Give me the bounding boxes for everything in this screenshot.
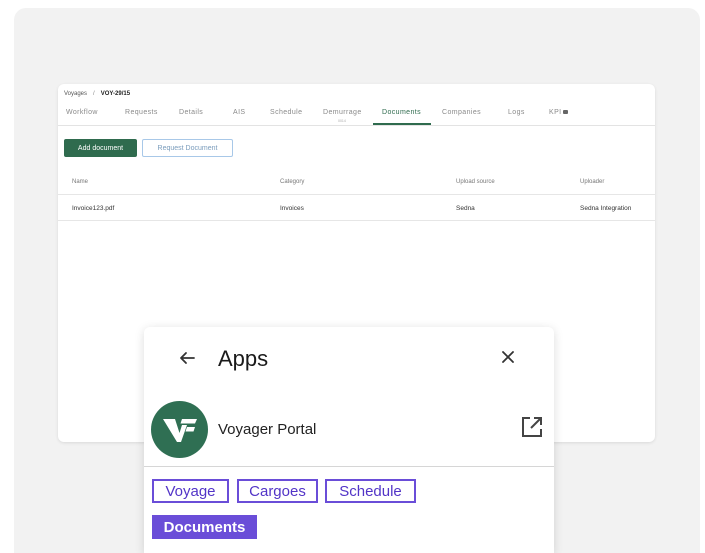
tab-ais[interactable]: AIS bbox=[233, 109, 245, 116]
breadcrumb-root[interactable]: Voyages bbox=[64, 91, 87, 97]
column-header-uploader[interactable]: Uploader bbox=[580, 179, 604, 185]
chip-cargoes[interactable]: Cargoes bbox=[237, 479, 318, 503]
apps-title: Apps bbox=[218, 346, 269, 371]
column-header-name[interactable]: Name bbox=[72, 179, 88, 185]
breadcrumb: Voyages / VOY-29/15 bbox=[64, 91, 130, 97]
tab-companies[interactable]: Companies bbox=[442, 109, 481, 116]
breadcrumb-current: VOY-29/15 bbox=[100, 91, 131, 97]
voyager-logo[interactable] bbox=[151, 401, 208, 458]
header-divider bbox=[58, 194, 655, 195]
cell-category: Invoices bbox=[280, 205, 304, 212]
row-divider bbox=[58, 220, 655, 221]
breadcrumb-separator: / bbox=[93, 91, 95, 97]
arrow-left-icon[interactable] bbox=[178, 349, 196, 367]
tab-demurrage[interactable]: Demurrage bbox=[323, 109, 362, 116]
divider bbox=[144, 466, 554, 467]
request-document-button[interactable]: Request Document bbox=[142, 139, 233, 157]
chip-voyage[interactable]: Voyage bbox=[152, 479, 229, 503]
tab-documents[interactable]: Documents bbox=[382, 109, 421, 116]
chip-documents[interactable]: Documents bbox=[152, 515, 257, 539]
tab-requests[interactable]: Requests bbox=[125, 109, 158, 116]
chip-schedule[interactable]: Schedule bbox=[325, 479, 416, 503]
tab-details[interactable]: Details bbox=[179, 109, 203, 116]
add-document-button[interactable]: Add document bbox=[64, 139, 137, 157]
app-name[interactable]: Voyager Portal bbox=[218, 421, 316, 438]
external-link-icon[interactable] bbox=[520, 415, 544, 439]
demurrage-sublabel: 0014 bbox=[338, 119, 346, 123]
column-header-upload-source[interactable]: Upload source bbox=[456, 179, 495, 185]
tab-kpi[interactable]: KPI bbox=[549, 109, 569, 116]
lock-icon bbox=[563, 110, 569, 114]
apps-panel: Apps Voyager Portal Voyage Cargoes Sched… bbox=[144, 327, 554, 553]
cell-upload-source: Sedna bbox=[456, 205, 475, 212]
tab-schedule[interactable]: Schedule bbox=[270, 109, 302, 116]
cell-name[interactable]: Invoice123.pdf bbox=[72, 205, 114, 212]
tab-logs[interactable]: Logs bbox=[508, 109, 525, 116]
tab-workflow[interactable]: Workflow bbox=[66, 109, 98, 116]
column-header-category[interactable]: Category bbox=[280, 179, 304, 185]
active-tab-indicator bbox=[373, 123, 431, 125]
close-icon[interactable] bbox=[501, 350, 515, 364]
voyage-tabs: Workflow Requests Details AIS Schedule D… bbox=[58, 103, 655, 126]
tab-kpi-label: KPI bbox=[549, 109, 562, 116]
cell-uploader: Sedna Integration bbox=[580, 205, 632, 212]
